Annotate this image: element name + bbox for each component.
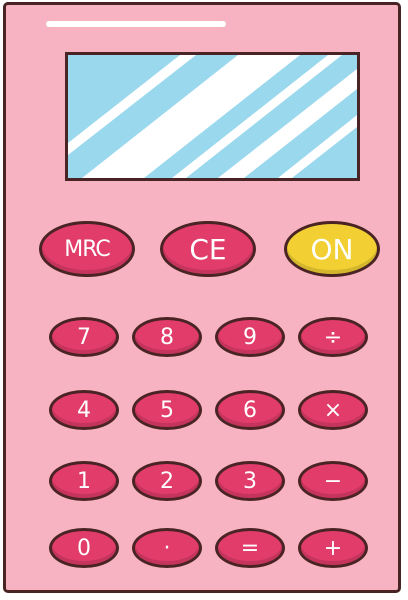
key-7[interactable]: 7: [49, 317, 119, 357]
display-screen: [65, 52, 360, 181]
equals-button[interactable]: =: [215, 528, 285, 568]
key-5[interactable]: 5: [132, 390, 202, 430]
divide-button[interactable]: ÷: [298, 317, 368, 357]
decimal-button[interactable]: ·: [132, 528, 202, 568]
calculator-body: MRC CE ON 7 8 9 ÷ 4 5 6 × 1 2 3− 0 · = +: [3, 2, 401, 593]
key-6[interactable]: 6: [215, 390, 285, 430]
key-8[interactable]: 8: [132, 317, 202, 357]
ce-button[interactable]: CE: [160, 221, 256, 277]
on-button[interactable]: ON: [284, 221, 380, 277]
body-highlight: [46, 21, 226, 27]
key-2[interactable]: 2: [132, 461, 202, 501]
key-0[interactable]: 0: [49, 528, 119, 568]
key-9[interactable]: 9: [215, 317, 285, 357]
key-4[interactable]: 4: [49, 390, 119, 430]
key-1[interactable]: 1: [49, 461, 119, 501]
plus-button[interactable]: +: [298, 528, 368, 568]
key-3[interactable]: 3: [215, 461, 285, 501]
screen-glare: [68, 55, 357, 178]
mrc-button[interactable]: MRC: [39, 221, 135, 277]
minus-button[interactable]: −: [298, 461, 368, 501]
multiply-button[interactable]: ×: [298, 390, 368, 430]
